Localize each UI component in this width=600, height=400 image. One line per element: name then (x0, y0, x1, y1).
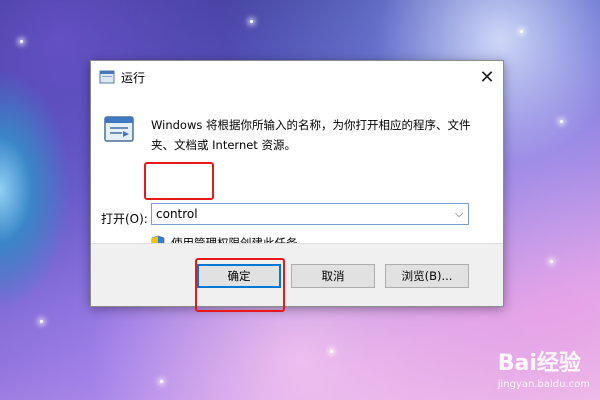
background-star (20, 40, 23, 43)
browse-button[interactable]: 浏览(B)... (385, 264, 469, 288)
background-star (550, 260, 553, 263)
background-star (40, 320, 43, 323)
title-bar: 运行 ✕ (91, 61, 503, 93)
run-command-combobox[interactable]: ⌵ (151, 203, 469, 225)
watermark-url: jingyan.baidu.com (497, 379, 590, 390)
background-star (160, 380, 163, 383)
dialog-description: Windows 将根据你所输入的名称，为你打开相应的程序、文件夹、文档或 Int… (151, 118, 471, 152)
background-star (330, 350, 333, 353)
background-star (560, 120, 563, 123)
close-button[interactable]: ✕ (471, 61, 503, 93)
run-large-icon (104, 116, 134, 142)
background-star (250, 20, 253, 23)
watermark: Bai经验 jingyan.baidu.com (498, 345, 590, 390)
ok-highlight-box (195, 258, 285, 312)
background-star (520, 30, 523, 33)
cancel-button[interactable]: 取消 (291, 264, 375, 288)
watermark-brand: Bai经验 (498, 345, 590, 377)
open-label: 打开(O): (101, 212, 148, 226)
watermark-brand-text: Bai经验 (497, 351, 581, 376)
dialog-footer: 确定 取消 浏览(B)... (91, 243, 503, 306)
close-icon: ✕ (479, 66, 495, 88)
run-app-icon (99, 70, 115, 84)
dialog-title: 运行 (121, 70, 146, 85)
run-command-input[interactable] (152, 204, 450, 224)
input-highlight-box (144, 162, 214, 200)
chevron-down-icon[interactable]: ⌵ (450, 204, 468, 224)
